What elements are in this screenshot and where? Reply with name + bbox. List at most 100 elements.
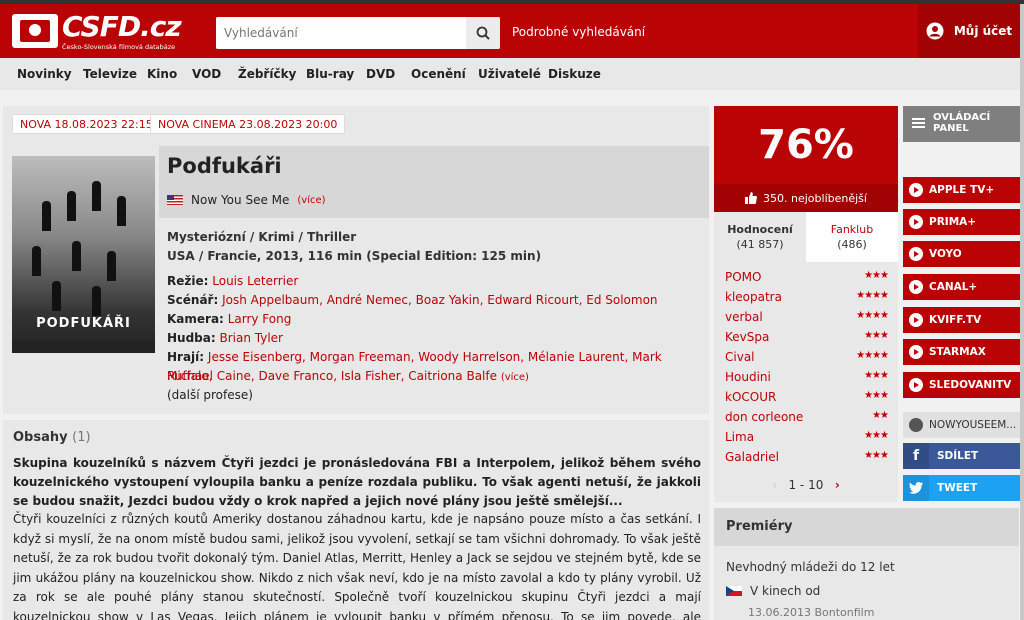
nav-diskuze[interactable]: Diskuze	[548, 67, 601, 81]
user-link[interactable]: Cival	[725, 350, 755, 364]
logo-subtitle: Česko-Slovenská filmová databáze	[62, 43, 176, 51]
nav-kino[interactable]: Kino	[147, 67, 177, 81]
ratings-pager: ‹ 1 - 10 ›	[714, 470, 898, 500]
nav-bluray[interactable]: Blu-ray	[306, 67, 354, 81]
list-item: kleopatra ★★★★	[725, 287, 889, 307]
twitter-share-button[interactable]: TWEET	[903, 475, 1020, 501]
user-link[interactable]: don corleone	[725, 410, 803, 424]
vod-kviff-button[interactable]: KVIFF.TV	[903, 307, 1020, 333]
film-title: Podfukáři	[167, 154, 282, 178]
camera-link[interactable]: Larry Fong	[228, 312, 292, 326]
plot-heading: Obsahy (1)	[13, 430, 91, 445]
list-item: KevSpa ★★★	[725, 327, 889, 347]
user-link[interactable]: kleopatra	[725, 290, 782, 304]
stars-icon: ★★★	[864, 370, 889, 381]
pager-range: 1 - 10	[788, 478, 824, 492]
search-input[interactable]	[216, 17, 466, 49]
crew-writers: Scénář: Josh Appelbaum, André Nemec, Boa…	[167, 293, 658, 307]
twitter-icon	[903, 475, 929, 501]
user-link[interactable]: Galadriel	[725, 450, 779, 464]
user-icon	[926, 22, 944, 40]
nav-uzivatele[interactable]: Uživatelé	[478, 67, 541, 81]
tab-ratings[interactable]: Hodnocení (41 857)	[714, 212, 806, 262]
cz-flag-icon	[726, 586, 742, 596]
popularity-rank[interactable]: 350. nejoblíbenější	[714, 184, 898, 212]
user-link[interactable]: kOCOUR	[725, 390, 776, 404]
user-link[interactable]: Lima	[725, 430, 754, 444]
more-professions-link[interactable]: (další profese)	[167, 386, 702, 405]
rank-label: 350. nejoblíbenější	[763, 191, 867, 205]
thumbs-up-icon	[745, 192, 757, 204]
cinema-premiere-date: 13.06.2013 Bontonfilm	[748, 606, 875, 619]
cast-more-link[interactable]: (více)	[501, 372, 529, 383]
vod-canal-button[interactable]: CANAL+	[903, 274, 1020, 300]
writers-links[interactable]: Josh Appelbaum, André Nemec, Boaz Yakin,…	[222, 293, 657, 307]
list-item: don corleone ★★	[725, 407, 889, 427]
tv-premiere-tag-nova-cinema[interactable]: NOVA CINEMA 23.08.2023 20:00	[150, 114, 346, 134]
menu-icon	[912, 118, 925, 120]
play-icon	[909, 247, 923, 261]
alt-title: Now You See Me (více)	[167, 193, 326, 207]
list-item: Galadriel ★★★	[725, 447, 889, 467]
premieres-heading: Premiéry	[714, 508, 1019, 546]
pager-next-button[interactable]: ›	[835, 478, 840, 492]
user-link[interactable]: verbal	[725, 310, 763, 324]
nav-novinky[interactable]: Novinky	[17, 67, 72, 81]
nav-dvd[interactable]: DVD	[366, 67, 395, 81]
stars-icon: ★★	[872, 410, 889, 421]
tab-fanclub[interactable]: Fanklub (486)	[806, 212, 898, 262]
page-scrollbar[interactable]	[1020, 4, 1024, 620]
age-rating: Nevhodný mládeži do 12 let	[726, 560, 895, 574]
pager-prev-button[interactable]: ‹	[772, 478, 777, 492]
premieres-section: Premiéry Nevhodný mládeži do 12 let V ki…	[714, 508, 1019, 620]
play-icon	[909, 280, 923, 294]
list-item: Lima ★★★	[725, 427, 889, 447]
official-website-link[interactable]: NOWYOUSEEM...	[903, 412, 1020, 438]
advanced-search-link[interactable]: Podrobné vyhledávání	[512, 25, 645, 39]
cast-links-2[interactable]: Michael Caine, Dave Franco, Isla Fisher,…	[167, 369, 497, 383]
alt-title-more-link[interactable]: (více)	[297, 195, 325, 206]
site-logo[interactable]: CSFD.cz Česko-Slovenská filmová databáze	[12, 10, 187, 52]
play-icon	[909, 215, 923, 229]
music-link[interactable]: Brian Tyler	[220, 331, 284, 345]
nav-oceneni[interactable]: Ocenění	[411, 67, 466, 81]
search-box	[216, 17, 500, 49]
vod-starmax-button[interactable]: STARMAX	[903, 339, 1020, 365]
vod-prima-button[interactable]: PRIMA+	[903, 209, 1020, 235]
vod-sledovanitv-button[interactable]: SLEDOVANITV	[903, 372, 1020, 398]
list-item: kOCOUR ★★★	[725, 387, 889, 407]
nav-zebricky[interactable]: Žebříčky	[238, 67, 296, 81]
list-item: verbal ★★★★	[725, 307, 889, 327]
vod-voyo-button[interactable]: VOYO	[903, 241, 1020, 267]
play-icon	[909, 345, 923, 359]
search-button[interactable]	[466, 17, 500, 49]
stars-icon: ★★★	[864, 390, 889, 401]
stars-icon: ★★★	[864, 450, 889, 461]
rating-percent: 76%	[714, 106, 898, 184]
rating-tabs: Hodnocení (41 857) Fanklub (486)	[714, 212, 898, 262]
vod-apple-tv-button[interactable]: APPLE TV+	[903, 177, 1020, 203]
nav-vod[interactable]: VOD	[192, 67, 221, 81]
facebook-share-button[interactable]: f SDÍLET	[903, 443, 1020, 469]
logo-text: CSFD.cz	[62, 10, 182, 43]
film-genres: Mysteriózní / Krimi / Thriller	[167, 230, 357, 244]
stars-icon: ★★★★	[856, 350, 889, 361]
play-icon	[909, 183, 923, 197]
user-link[interactable]: POMO	[725, 270, 761, 284]
user-link[interactable]: KevSpa	[725, 330, 769, 344]
nav-televize[interactable]: Televize	[83, 67, 137, 81]
plot-text: Čtyři kouzelníci z různých koutů Ameriky…	[13, 512, 701, 620]
film-info: NOVA 18.08.2023 22:15 NOVA CINEMA 23.08.…	[3, 106, 709, 414]
cinema-premiere: V kinech od	[726, 584, 820, 598]
user-link[interactable]: Houdini	[725, 370, 771, 384]
list-item: Houdini ★★★	[725, 367, 889, 387]
director-link[interactable]: Louis Leterrier	[212, 274, 298, 288]
list-item: POMO ★★★	[725, 267, 889, 287]
list-item: Cival ★★★★	[725, 347, 889, 367]
film-poster[interactable]: PODFUKÁŘI	[12, 156, 155, 353]
account-button[interactable]: Můj účet	[918, 4, 1020, 58]
tv-premiere-tag-nova[interactable]: NOVA 18.08.2023 22:15	[12, 114, 161, 134]
stars-icon: ★★★	[864, 330, 889, 341]
crew-camera: Kamera: Larry Fong	[167, 312, 292, 326]
control-panel-button[interactable]: OVLÁDACÍ PANEL	[903, 106, 1020, 142]
